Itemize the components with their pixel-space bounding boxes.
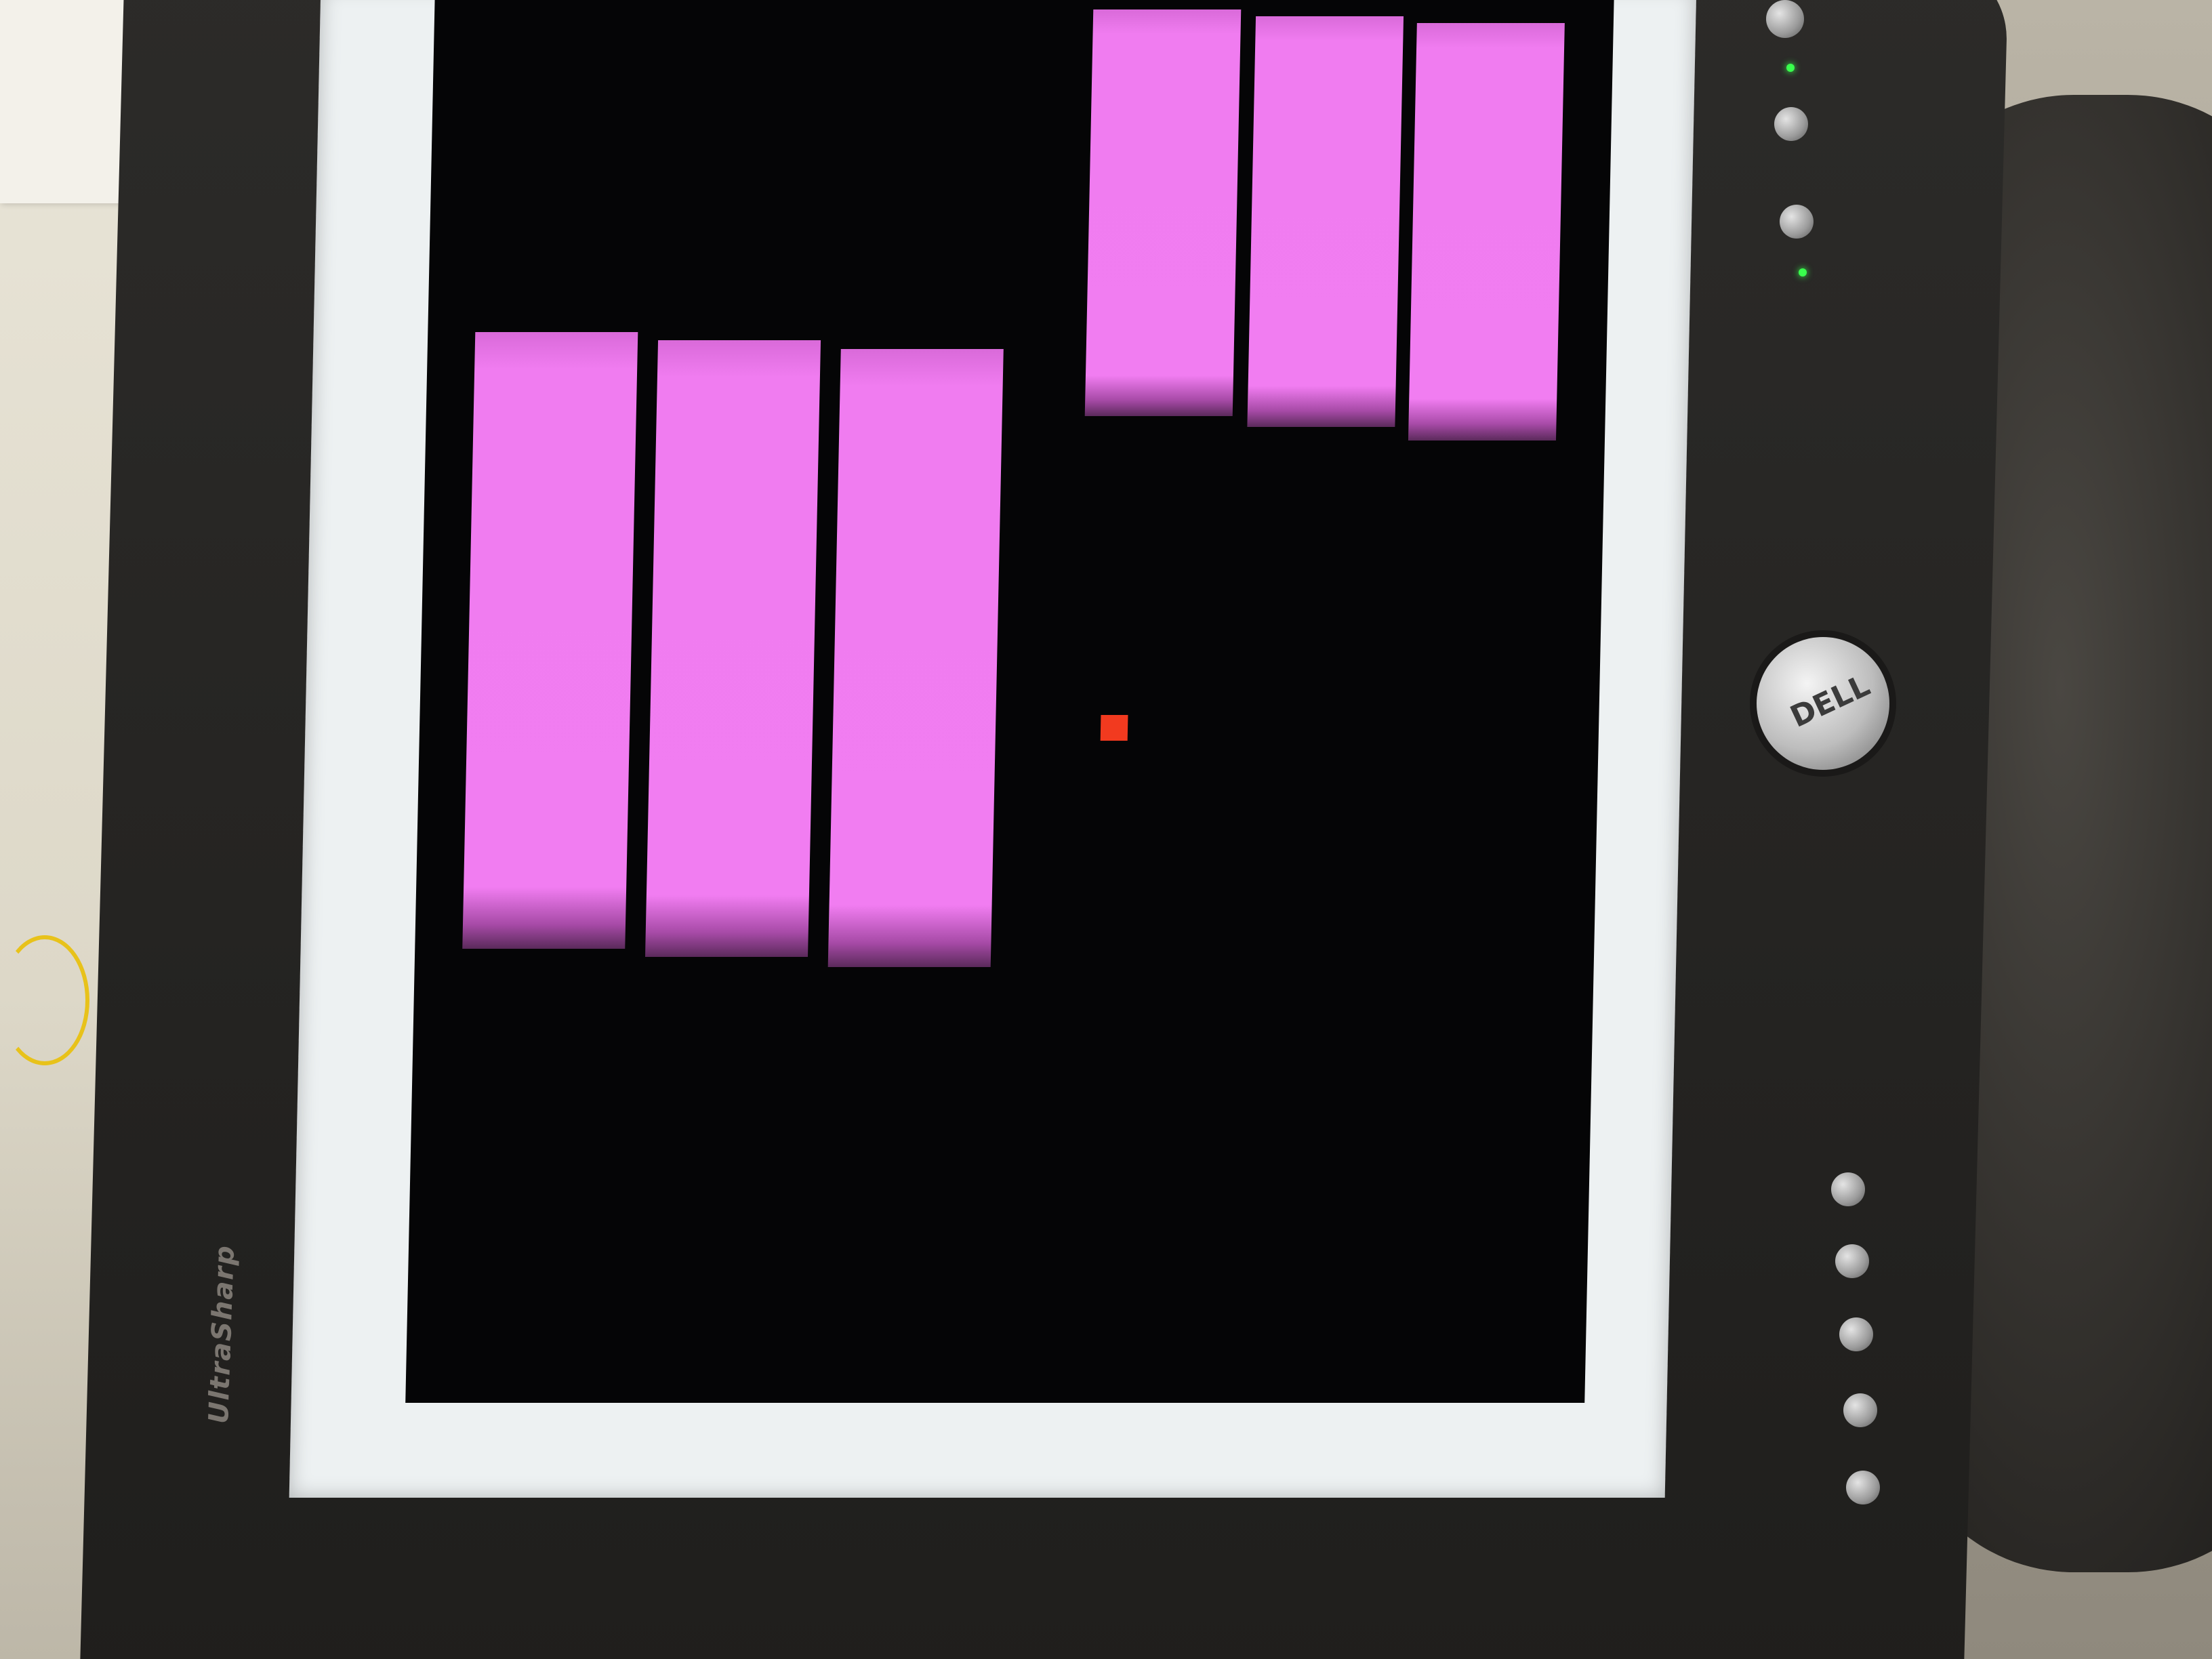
bar-right-1 [1084,9,1242,416]
control-button-icon[interactable] [1846,1471,1880,1504]
status-led-icon [1799,268,1807,276]
bar-left-1 [462,332,638,949]
bar-left-3 [827,349,1004,967]
power-button-icon[interactable] [1766,0,1804,38]
control-button-icon[interactable] [1780,205,1814,239]
monitor-photo: DELL UltraSharp [0,0,2212,1659]
yellow-cable [0,935,89,1065]
bar-right-3 [1408,23,1565,441]
control-button-icon[interactable] [1774,107,1808,141]
red-target-square [1100,715,1128,741]
control-button-icon[interactable] [1831,1172,1865,1206]
bar-right-2 [1247,16,1404,427]
display-area [405,0,1614,1403]
status-led-icon [1786,64,1795,72]
control-button-icon[interactable] [1835,1244,1869,1278]
control-button-icon[interactable] [1843,1393,1877,1427]
control-button-icon[interactable] [1839,1317,1873,1351]
bar-left-2 [644,340,821,957]
brand-label: UltraSharp [203,1244,241,1425]
